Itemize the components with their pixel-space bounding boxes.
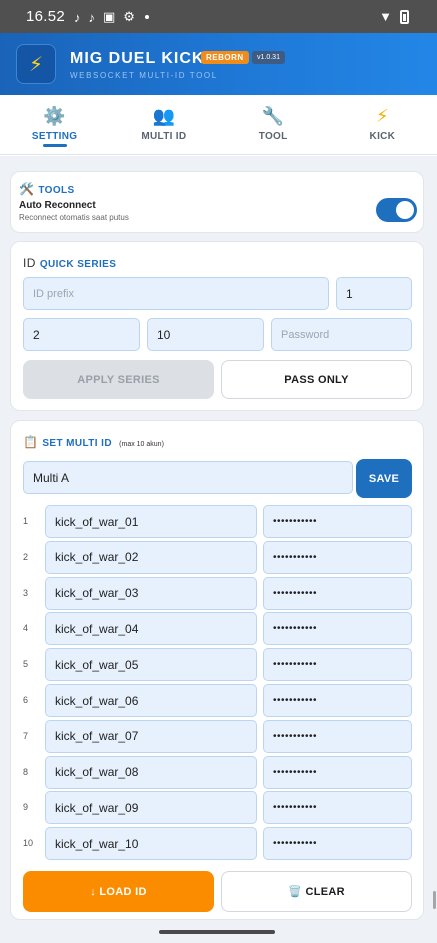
row-number: 1 [23, 516, 29, 526]
version-badge: v1.0.31 [252, 51, 285, 64]
users-icon: 👥 [152, 106, 176, 126]
id-input[interactable]: kick_of_war_02 [45, 540, 257, 574]
password-input[interactable]: ••••••••••• [263, 612, 412, 646]
password-input[interactable]: ••••••••••• [263, 791, 412, 825]
save-button[interactable]: SAVE [356, 459, 412, 498]
auto-reconnect-label: Auto Reconnect [19, 200, 96, 211]
row-number: 5 [23, 659, 29, 670]
settings-notification-icon: ⚙ [123, 9, 135, 24]
series-start-input[interactable]: 1 [336, 277, 412, 310]
password-input[interactable]: ••••••••••• [263, 684, 412, 717]
app-notification-icon: ▣ [103, 9, 116, 24]
row-number: 9 [23, 802, 29, 813]
password-input[interactable]: ••••••••••• [263, 755, 412, 789]
password-input[interactable]: ••••••••••• [263, 719, 412, 753]
notification-icons: ♪ ♪ ▣ ⚙ [74, 9, 149, 25]
app-header: ⚡ MIG DUEL KICK REBORN v1.0.31 WEBSOCKET… [0, 33, 437, 95]
status-time: 16.52 [26, 8, 66, 25]
row-number: 7 [23, 730, 29, 741]
id-prefix-input[interactable]: ID prefix [23, 277, 329, 310]
id-input[interactable]: kick_of_war_07 [45, 719, 257, 753]
active-tab-indicator [42, 144, 67, 147]
auto-reconnect-toggle[interactable] [376, 198, 417, 222]
row-number: 3 [23, 587, 29, 598]
app-title: MIG DUEL KICK [70, 50, 205, 67]
system-icons: ▼ [379, 9, 409, 24]
id-input[interactable]: kick_of_war_03 [45, 576, 257, 610]
gear-icon: ⚙️ [43, 106, 66, 126]
tools-title-text: TOOLS [38, 185, 75, 196]
id-prefix-label: ID [23, 256, 36, 270]
status-bar: 16.52 ♪ ♪ ▣ ⚙ ▼ [0, 0, 437, 33]
series-field-a-input[interactable]: 2 [23, 318, 140, 351]
tab-bar: ⚙️ SETTING 👥 MULTI ID 🔧 TOOL ⚡ KICK [0, 95, 437, 155]
tiktok-icon-2: ♪ [88, 9, 96, 25]
row-number: 4 [23, 623, 29, 634]
battery-icon [400, 9, 409, 24]
password-input[interactable]: ••••••••••• [263, 540, 412, 574]
row-number: 2 [23, 551, 29, 562]
apply-series-button[interactable]: APPLY SERIES [23, 360, 214, 399]
pass-only-button[interactable]: PASS ONLY [221, 360, 412, 399]
row-number: 10 [23, 838, 34, 849]
id-input[interactable]: kick_of_war_08 [45, 755, 257, 789]
toggle-knob [396, 201, 414, 219]
content-area[interactable]: 🛠️ TOOLS Auto Reconnect Reconnect otomati… [0, 156, 437, 943]
wifi-icon: ▼ [379, 9, 392, 24]
password-input[interactable]: ••••••••••• [263, 648, 412, 682]
load-id-button[interactable]: ↓ LOAD ID [23, 871, 214, 912]
tab-setting-label: SETTING [31, 131, 78, 142]
id-input[interactable]: kick_of_war_01 [45, 505, 257, 538]
id-input[interactable]: kick_of_war_09 [45, 791, 257, 825]
tab-multi-id-label: MULTI ID [141, 131, 187, 142]
app-logo-icon: ⚡ [16, 44, 56, 84]
max-accounts-hint: (max 10 akun) [119, 441, 164, 448]
quick-series-title-text: QUICK SERIES [39, 259, 117, 270]
home-gesture-handle[interactable] [159, 930, 275, 934]
navigation-bar [0, 920, 437, 943]
multi-name-input[interactable]: Multi A [23, 461, 353, 494]
row-number: 6 [23, 695, 29, 705]
scrollbar[interactable] [433, 891, 436, 909]
set-multi-id-title: 📋 SET MULTI ID (max 10 akun) [23, 435, 164, 449]
tab-kick[interactable]: ⚡ KICK [328, 95, 437, 154]
series-field-b-input[interactable]: 10 [147, 318, 264, 351]
tab-kick-label: KICK [369, 131, 396, 142]
series-password-input[interactable]: Password [271, 318, 412, 351]
tab-setting[interactable]: ⚙️ SETTING [0, 95, 109, 154]
set-multi-id-title-text: SET MULTI ID [42, 438, 112, 449]
row-number: 8 [23, 766, 29, 777]
password-input[interactable]: ••••••••••• [263, 505, 412, 538]
id-input[interactable]: kick_of_war_05 [45, 648, 257, 682]
reborn-badge: REBORN [201, 51, 249, 64]
auto-reconnect-description: Reconnect otomatis saat putus [19, 213, 129, 222]
tools-icon: 🛠️ [19, 182, 35, 196]
wrench-icon: 🔧 [261, 106, 285, 126]
tab-tool-label: TOOL [258, 131, 288, 142]
tools-title: 🛠️ TOOLS [19, 182, 75, 196]
tiktok-icon: ♪ [74, 9, 81, 25]
app-subtitle: WEBSOCKET MULTI-ID TOOL [70, 71, 218, 80]
password-input[interactable]: ••••••••••• [263, 827, 412, 861]
bolt-icon: ⚡ [376, 106, 389, 126]
more-notifications-icon [144, 15, 149, 19]
tools-card: 🛠️ TOOLS Auto Reconnect Reconnect otomati… [10, 171, 424, 233]
clear-button[interactable]: 🗑️ CLEAR [221, 871, 412, 912]
password-input[interactable]: ••••••••••• [263, 576, 412, 610]
tab-tool[interactable]: 🔧 TOOL [219, 95, 328, 154]
id-input[interactable]: kick_of_war_04 [45, 612, 257, 646]
tab-multi-id[interactable]: 👥 MULTI ID [109, 95, 218, 154]
set-multi-id-card: 📋 SET MULTI ID (max 10 akun) Multi A SAVE… [10, 420, 424, 920]
clipboard-icon: 📋 [23, 435, 39, 449]
id-input[interactable]: kick_of_war_06 [45, 684, 257, 717]
quick-series-title: ID QUICK SERIES [23, 256, 116, 270]
quick-series-card: ID QUICK SERIES ID prefix 1 2 10 Password… [10, 241, 424, 411]
id-input[interactable]: kick_of_war_10 [45, 827, 257, 861]
